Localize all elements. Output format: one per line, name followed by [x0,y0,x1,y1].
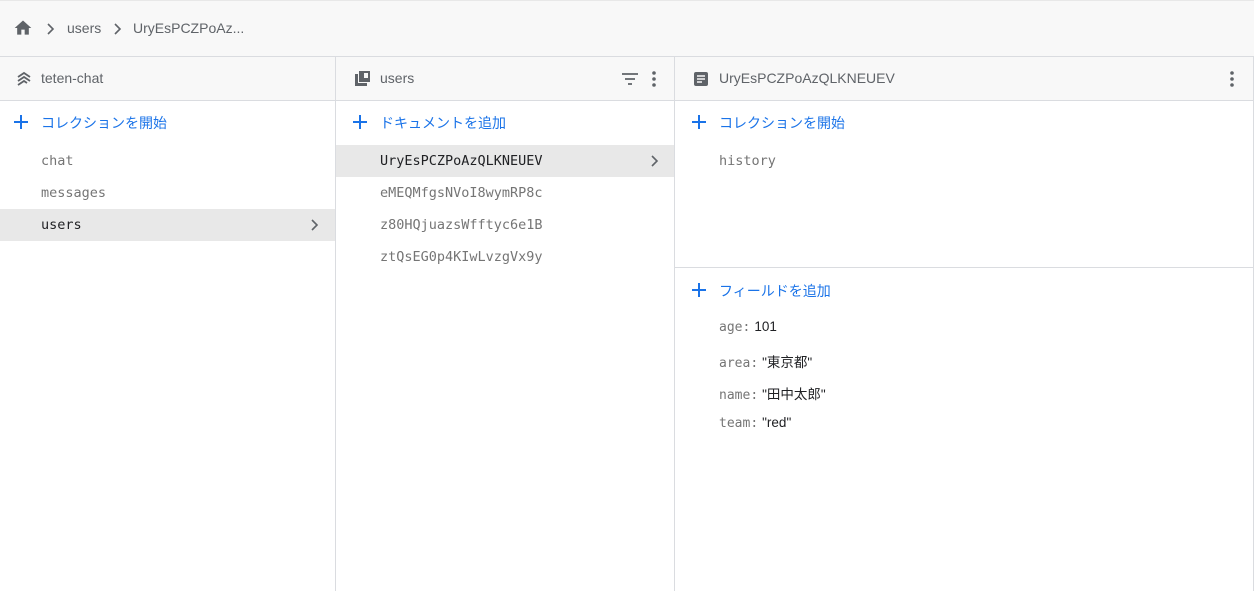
breadcrumb-item-document[interactable]: UryEsPCZPoAz... [133,20,244,36]
collection-icon [355,71,370,86]
field-row[interactable]: team: "red" [719,415,791,435]
start-collection-button[interactable]: コレクションを開始 [0,105,335,137]
document-icon [694,72,708,86]
collection-item-label: messages [41,185,107,201]
plus-icon [692,283,706,297]
filter-icon[interactable] [619,68,641,90]
project-title: teten-chat [41,70,104,86]
field-row[interactable]: area: "東京都" [719,351,812,371]
breadcrumb-item-users[interactable]: users [67,20,101,36]
document-item[interactable]: ztQsEG0p4KIwLvzgVx9y [336,241,674,273]
home-icon[interactable] [13,18,33,38]
chevron-right-icon [651,155,659,167]
document-column: UryEsPCZPoAzQLKNEUEV コレクションを開始 history フ… [675,57,1253,591]
collection-item-label: chat [41,153,74,169]
document-item[interactable]: eMEQMfgsNVoI8wymRP8c [336,177,674,209]
field-row[interactable]: age: 101 [719,319,777,339]
field-separator: : [742,320,751,335]
field-separator: : [750,356,759,371]
document-item-label: eMEQMfgsNVoI8wymRP8c [380,185,543,201]
start-subcollection-label: コレクションを開始 [719,115,845,131]
collection-item-selected[interactable]: users [0,209,335,241]
document-item-label: UryEsPCZPoAzQLKNEUEV [380,153,543,169]
document-item-label: ztQsEG0p4KIwLvzgVx9y [380,249,543,265]
firestore-data-viewer: users UryEsPCZPoAz... teten-chat コレクションを… [0,0,1254,591]
root-column: teten-chat コレクションを開始 chat messages users [0,57,336,591]
more-vert-icon[interactable] [643,68,665,90]
more-vert-icon[interactable] [1221,68,1243,90]
document-item-selected[interactable]: UryEsPCZPoAzQLKNEUEV [336,145,674,177]
collection-column: users ドキュメントを追加 UryEsPCZPoAzQLKNEUEV eME [336,57,675,591]
chevron-right-icon [47,23,55,35]
add-field-button[interactable]: フィールドを追加 [675,273,1253,305]
field-separator: : [750,388,759,403]
document-title: UryEsPCZPoAzQLKNEUEV [719,70,895,86]
collection-title: users [380,70,415,86]
subcollection-item-label: history [719,153,776,169]
section-divider [675,267,1253,268]
collection-item[interactable]: messages [0,177,335,209]
plus-icon [353,115,367,129]
field-value: "red" [762,415,792,430]
plus-icon [14,115,28,129]
document-item[interactable]: z80HQjuazsWfftyc6e1B [336,209,674,241]
document-item-label: z80HQjuazsWfftyc6e1B [380,217,543,233]
start-collection-label: コレクションを開始 [41,115,167,131]
add-document-label: ドキュメントを追加 [380,115,506,131]
add-field-label: フィールドを追加 [719,283,831,299]
collection-item-label: users [41,217,82,233]
field-key: age [719,320,743,335]
start-subcollection-button[interactable]: コレクションを開始 [675,105,1253,137]
collection-column-header: users [336,57,674,101]
field-value: "東京都" [762,355,813,370]
collection-item[interactable]: chat [0,145,335,177]
field-key: team [719,416,751,431]
document-column-header: UryEsPCZPoAzQLKNEUEV [675,57,1253,101]
subcollection-item[interactable]: history [675,145,1253,177]
add-document-button[interactable]: ドキュメントを追加 [336,105,674,137]
field-row[interactable]: name: "田中太郎" [719,383,826,403]
field-value: 101 [754,319,777,334]
chevron-right-icon [311,219,319,231]
root-column-header: teten-chat [0,57,335,101]
chevron-right-icon [114,23,122,35]
field-separator: : [750,416,759,431]
field-value: "田中太郎" [762,387,826,402]
plus-icon [692,115,706,129]
breadcrumb: users UryEsPCZPoAz... [0,0,1254,57]
firestore-database-icon [17,71,31,86]
field-key: area [719,356,751,371]
field-key: name [719,388,751,403]
